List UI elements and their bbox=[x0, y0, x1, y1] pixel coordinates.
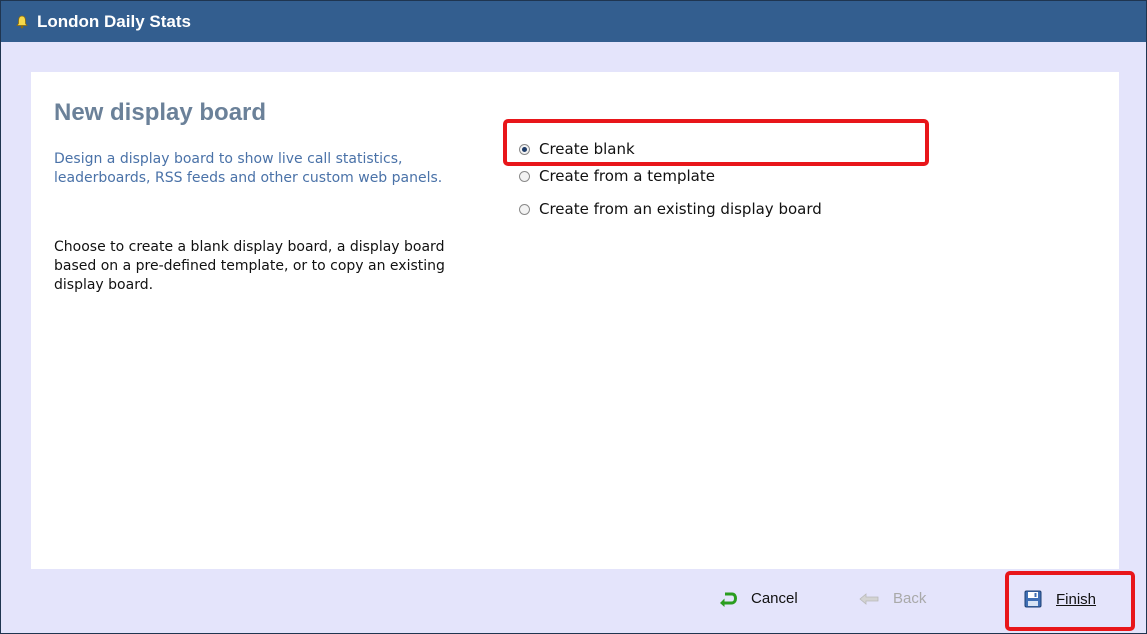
back-label[interactable]: Back bbox=[893, 590, 926, 607]
radio-create-from-existing[interactable] bbox=[519, 203, 530, 215]
instructions-text: Choose to create a blank display board, … bbox=[54, 239, 445, 293]
left-arrow-icon bbox=[859, 592, 879, 605]
intro-text: Design a display board to show live call… bbox=[54, 151, 443, 186]
app-window: London Daily Stats New display board Des… bbox=[0, 0, 1147, 634]
cancel-button[interactable]: Cancel bbox=[719, 590, 798, 607]
title-bar: London Daily Stats bbox=[1, 1, 1146, 42]
window-title: London Daily Stats bbox=[37, 11, 191, 31]
back-button[interactable]: Back bbox=[859, 590, 926, 607]
option-create-from-existing-label[interactable]: Create from an existing display board bbox=[539, 200, 822, 218]
undo-arrow-icon bbox=[720, 592, 737, 607]
bell-icon bbox=[16, 15, 28, 28]
create-blank-highlight bbox=[503, 119, 929, 166]
radio-create-from-template[interactable] bbox=[519, 170, 530, 182]
option-create-from-template-label[interactable]: Create from a template bbox=[539, 167, 715, 185]
page-title: New display board bbox=[54, 99, 267, 126]
cancel-label[interactable]: Cancel bbox=[751, 590, 798, 607]
finish-highlight bbox=[1005, 571, 1135, 631]
option-create-from-existing[interactable]: Create from an existing display board bbox=[519, 194, 822, 224]
